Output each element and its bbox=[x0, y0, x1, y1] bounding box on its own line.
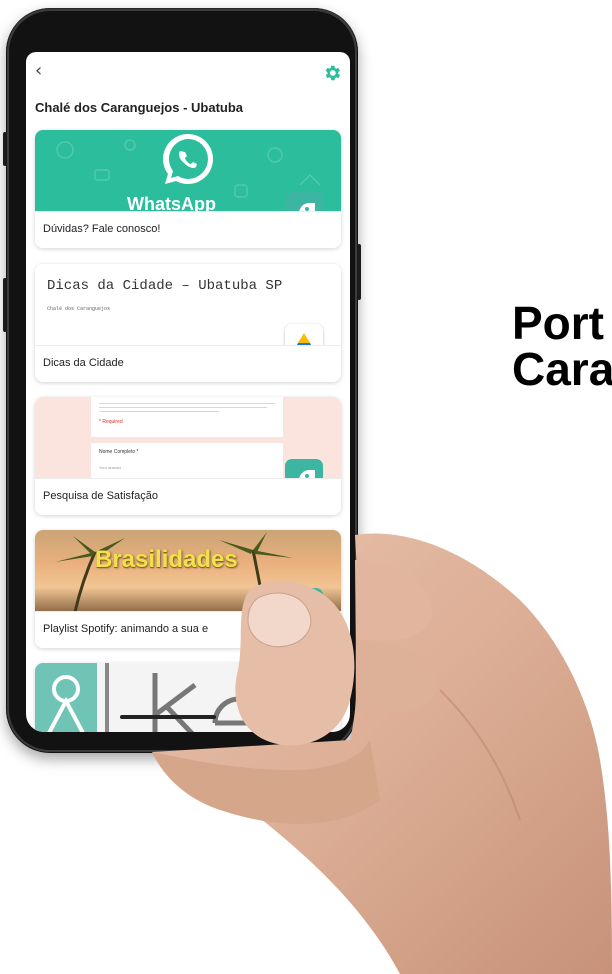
card-label: Playlist Spotify: animando a sua e bbox=[43, 623, 209, 635]
power-button bbox=[3, 278, 7, 332]
card-dicas[interactable]: Dicas da Cidade – Ubatuba SP Chalé dos C… bbox=[35, 264, 341, 382]
whatsapp-logo-icon bbox=[163, 134, 213, 185]
form-required-text: * Required bbox=[99, 419, 123, 425]
app-screen: ‹ Chalé dos Caranguejos - Ubatuba WhatsA… bbox=[26, 52, 350, 732]
gear-icon[interactable] bbox=[322, 63, 342, 83]
phone-frame: ‹ Chalé dos Caranguejos - Ubatuba WhatsA… bbox=[3, 8, 361, 753]
card-label: Dicas da Cidade bbox=[43, 357, 124, 369]
promo-headline-line2: Cara bbox=[512, 343, 612, 395]
card-partial[interactable] bbox=[35, 663, 341, 732]
card-duvidas[interactable]: WhatsApp Dúvidas? Fale conosco! bbox=[35, 130, 341, 248]
card-playlist[interactable]: Brasilidades Playlist Spotify: animando … bbox=[35, 530, 341, 648]
form-field-answer: Your answer bbox=[99, 465, 122, 470]
form-header-block: * Required bbox=[91, 397, 283, 437]
form-question-block: Nome Completo * Your answer bbox=[91, 443, 283, 479]
form-field-label: Nome Completo * bbox=[99, 449, 139, 455]
promo-headline: Port Cara bbox=[512, 300, 612, 392]
doc-subtitle: Chalé dos Caranguejos bbox=[47, 306, 111, 312]
volume-button bbox=[3, 132, 7, 166]
promo-headline-line1: Port bbox=[512, 297, 604, 349]
playlist-banner-text: Brasilidades bbox=[95, 546, 238, 573]
page-title: Chalé dos Caranguejos - Ubatuba bbox=[35, 100, 244, 115]
card-pesquisa[interactable]: * Required Nome Completo * Your answer P… bbox=[35, 397, 341, 515]
doc-title: Dicas da Cidade – Ubatuba SP bbox=[47, 278, 283, 294]
card-label: Dúvidas? Fale conosco! bbox=[43, 223, 161, 235]
home-indicator[interactable] bbox=[120, 715, 216, 719]
side-button bbox=[357, 244, 361, 300]
brand-logo-image bbox=[35, 663, 266, 732]
chevron-left-icon[interactable]: ‹ bbox=[35, 62, 42, 80]
card-label: Pesquisa de Satisfação bbox=[43, 490, 158, 502]
app-header: ‹ bbox=[26, 62, 350, 84]
